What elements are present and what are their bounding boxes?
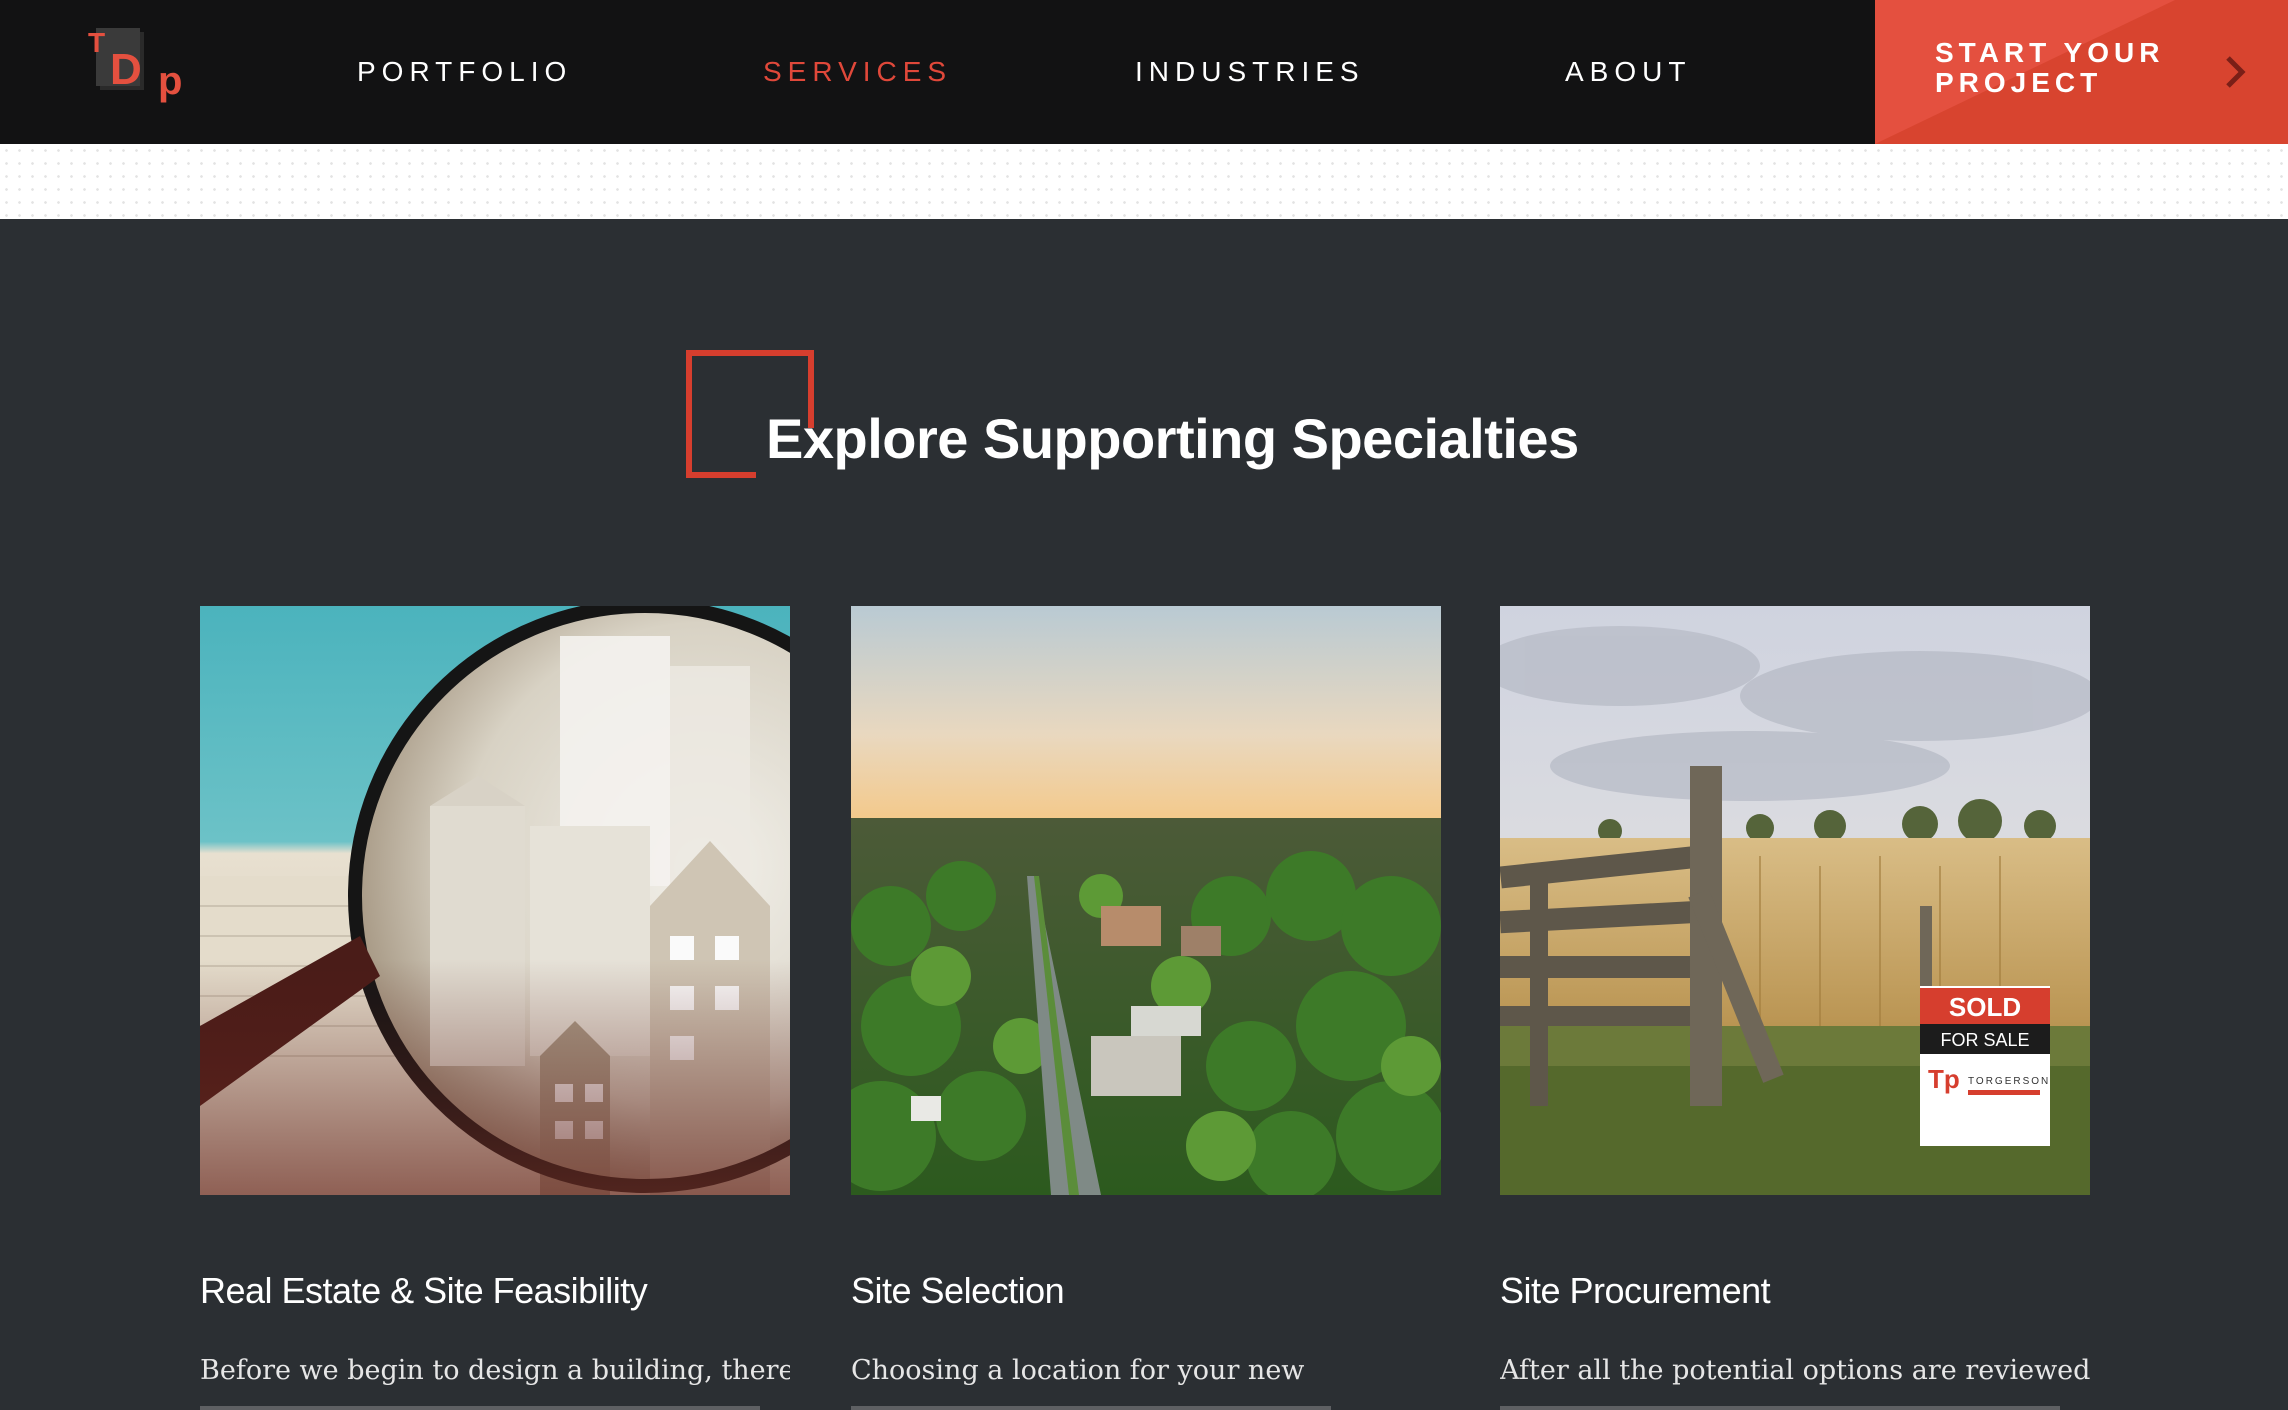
chevron-right-icon [2226, 56, 2246, 88]
card-text-site-selection: Choosing a location for your new [851, 1355, 1305, 1386]
card-image-feasibility[interactable] [200, 606, 790, 1195]
card-image-site-selection[interactable] [851, 606, 1441, 1195]
svg-text:D: D [110, 45, 142, 94]
svg-text:Tp: Tp [1928, 1064, 1960, 1094]
sign-for-sale-text: FOR SALE [1940, 1030, 2029, 1050]
section-heading: Explore Supporting Specialties [766, 407, 1579, 470]
sign-sold-text: SOLD [1949, 992, 2021, 1022]
wheat-field-sold-sign-image: SOLD FOR SALE Tp TORGERSON [1500, 606, 2090, 1195]
card-text-procurement: After all the potential options are revi… [1500, 1355, 2090, 1386]
start-project-label: START YOUR PROJECT [1935, 37, 2165, 98]
dotted-pattern-strip [0, 144, 2288, 219]
card-title-site-selection[interactable]: Site Selection [851, 1266, 1441, 1316]
sign-company-text: TORGERSON [1968, 1076, 2050, 1087]
magnifying-glass-houses-image [200, 606, 790, 1195]
nav-link-portfolio[interactable]: PORTFOLIO [357, 52, 572, 92]
nav-link-about[interactable]: ABOUT [1565, 52, 1691, 92]
card-title-procurement[interactable]: Site Procurement [1500, 1266, 2090, 1316]
aerial-town-image [851, 606, 1441, 1195]
card-text-cutoff-line [1500, 1406, 2060, 1410]
card-text-cutoff-line [851, 1406, 1331, 1410]
card-image-procurement[interactable]: SOLD FOR SALE Tp TORGERSON [1500, 606, 2090, 1195]
svg-text:p: p [158, 59, 182, 103]
nav-link-services[interactable]: SERVICES [763, 52, 952, 92]
card-title-feasibility[interactable]: Real Estate & Site Feasibility [200, 1266, 790, 1316]
tdp-logo[interactable]: T D p [86, 26, 198, 106]
top-navigation: T D p PORTFOLIO SERVICES INDUSTRIES ABOU… [0, 0, 2288, 144]
card-text-feasibility: Before we begin to design a building, th… [200, 1355, 790, 1386]
svg-text:T: T [88, 27, 105, 58]
nav-link-industries[interactable]: INDUSTRIES [1135, 52, 1365, 92]
card-text-cutoff-line [200, 1406, 760, 1410]
start-project-button[interactable]: START YOUR PROJECT [1875, 0, 2288, 144]
